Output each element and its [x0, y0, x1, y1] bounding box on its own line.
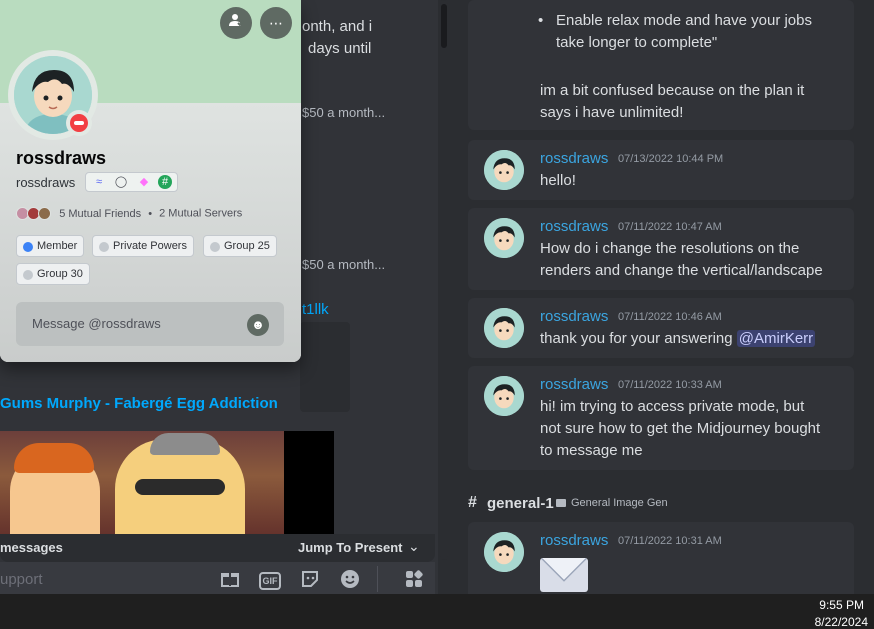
message-card[interactable]: rossdraws 07/11/2022 10:31 AM	[468, 522, 854, 594]
chevron-down-icon[interactable]: ⌄	[408, 538, 420, 555]
apps-icon[interactable]	[403, 569, 425, 589]
video-title-link[interactable]: Gums Murphy - Fabergé Egg Addiction	[0, 395, 278, 412]
message-author[interactable]: rossdraws	[540, 150, 608, 167]
mutual-info[interactable]: 5 Mutual Friends • 2 Mutual Servers	[16, 207, 242, 220]
avatar[interactable]	[484, 376, 524, 416]
message-author[interactable]: rossdraws	[540, 376, 608, 393]
role-tag[interactable]: Member	[16, 235, 85, 257]
bullet-marker: •	[538, 12, 544, 29]
message-timestamp: 07/11/2022 10:31 AM	[618, 535, 722, 547]
message-timestamp: 07/11/2022 10:47 AM	[618, 221, 722, 233]
folder-icon	[556, 499, 566, 507]
message-author[interactable]: rossdraws	[540, 218, 608, 235]
dm-message-input[interactable]: Message @rossdraws ☻	[16, 302, 284, 346]
avatar[interactable]	[484, 532, 524, 572]
profile-username: rossdraws	[16, 175, 76, 190]
role-name: Group 30	[37, 268, 83, 280]
message-card[interactable]: rossdraws 07/11/2022 10:46 AM thank you …	[468, 298, 854, 358]
gift-icon[interactable]	[219, 569, 241, 589]
avatar[interactable]	[484, 150, 524, 190]
hypesquad-icon[interactable]: ≈	[91, 175, 107, 189]
left-scrollbar[interactable]	[440, 0, 448, 560]
message-card[interactable]: rossdraws 07/11/2022 10:47 AM How do i c…	[468, 208, 854, 290]
mutual-avatar	[38, 207, 52, 220]
message-text: thank you for your answering	[540, 330, 737, 347]
dnd-status-icon	[66, 110, 92, 136]
message-card[interactable]: rossdraws 07/11/2022 10:33 AM hi! im try…	[468, 366, 854, 470]
message-line: hi! im trying to access private mode, bu…	[540, 398, 805, 415]
video-embed[interactable]	[0, 431, 334, 543]
badge-list: ≈ ◯ ◆ #	[85, 172, 178, 192]
message-timestamp: 07/11/2022 10:33 AM	[618, 379, 722, 391]
message-timestamp: 07/13/2022 10:44 PM	[618, 153, 724, 165]
message-line: hello!	[540, 172, 576, 189]
message-fragment: days until	[308, 40, 372, 57]
message-author[interactable]: rossdraws	[540, 308, 608, 325]
boost-icon[interactable]: ◆	[136, 175, 152, 189]
composer-divider	[377, 566, 378, 592]
role-name: Group 25	[224, 240, 270, 252]
role-name: Private Powers	[113, 240, 187, 252]
message-line: to message me	[540, 442, 643, 459]
envelope-icon	[540, 558, 588, 592]
message-card[interactable]: rossdraws 07/13/2022 10:44 PM hello!	[468, 140, 854, 200]
role-tag[interactable]: Private Powers	[92, 235, 194, 257]
embed-block	[300, 322, 350, 412]
new-messages-bar[interactable]: messages Jump To Present ⌄	[0, 534, 435, 562]
message-fragment: onth, and i	[302, 18, 373, 35]
add-friend-button[interactable]	[220, 7, 252, 39]
composer-placeholder: upport	[0, 571, 43, 588]
message-fragment: $50 a month...	[302, 257, 386, 272]
taskbar-clock-date[interactable]: 8/22/2024	[815, 615, 868, 629]
taskbar-clock-time[interactable]: 9:55 PM	[819, 598, 864, 612]
more-options-icon[interactable]: ⋯	[260, 7, 292, 39]
message-line: Enable relax mode and have your jobs	[556, 12, 812, 29]
role-tag[interactable]: Group 30	[16, 263, 90, 285]
role-name: Member	[37, 240, 78, 252]
message-composer[interactable]: upport GIF	[0, 562, 435, 594]
message-line: not sure how to get the Midjourney bough…	[540, 420, 821, 437]
avatar[interactable]	[484, 308, 524, 348]
hashtag-icon[interactable]: #	[158, 175, 172, 189]
dm-placeholder: Message @rossdraws	[32, 316, 161, 331]
message-line: How do i change the resolutions on the	[540, 240, 800, 257]
nitro-icon[interactable]: ◯	[113, 175, 129, 189]
avatar[interactable]	[484, 218, 524, 258]
link-fragment[interactable]: t1llk	[302, 301, 329, 318]
role-tag[interactable]: Group 25	[203, 235, 277, 257]
message-line: renders and change the vertical/landscap…	[540, 262, 823, 279]
gif-icon[interactable]: GIF	[259, 572, 281, 590]
message-line: says i have unlimited!	[540, 104, 684, 121]
mutual-servers-count[interactable]: 2 Mutual Servers	[159, 208, 242, 220]
os-taskbar: 9:55 PM 8/22/2024	[0, 594, 874, 629]
message-card[interactable]: • Enable relax mode and have your jobs t…	[468, 0, 854, 130]
search-results-pane: • Enable relax mode and have your jobs t…	[452, 0, 874, 594]
emoji-icon[interactable]: ☻	[247, 314, 269, 336]
channel-category: General Image Gen	[571, 497, 668, 509]
jump-to-present-button[interactable]: Jump To Present	[298, 540, 403, 555]
emoji-icon[interactable]	[339, 569, 361, 589]
video-thumbnail	[0, 431, 284, 543]
new-messages-label: messages	[0, 540, 63, 555]
separator-dot: •	[148, 207, 153, 220]
mutual-friends-count[interactable]: 5 Mutual Friends	[59, 208, 141, 220]
user-profile-popout: ⋯ rossdraws rossdraws ≈ ◯ ◆ # 5 Mutual F…	[0, 0, 301, 362]
message-fragment: $50 a month...	[302, 105, 386, 120]
user-mention[interactable]: @AmirKerr	[736, 330, 816, 347]
text-channel-icon: #	[468, 494, 477, 511]
channel-name[interactable]: general-1	[487, 495, 554, 512]
message-line: take longer to complete"	[556, 34, 718, 51]
profile-display-name: rossdraws	[16, 148, 107, 168]
message-line: im a bit confused because on the plan it	[540, 82, 805, 99]
message-timestamp: 07/11/2022 10:46 AM	[618, 311, 722, 323]
message-author[interactable]: rossdraws	[540, 532, 608, 549]
sticker-icon[interactable]	[299, 569, 321, 589]
message-line: thank you for your answering @AmirKerr	[540, 330, 816, 347]
